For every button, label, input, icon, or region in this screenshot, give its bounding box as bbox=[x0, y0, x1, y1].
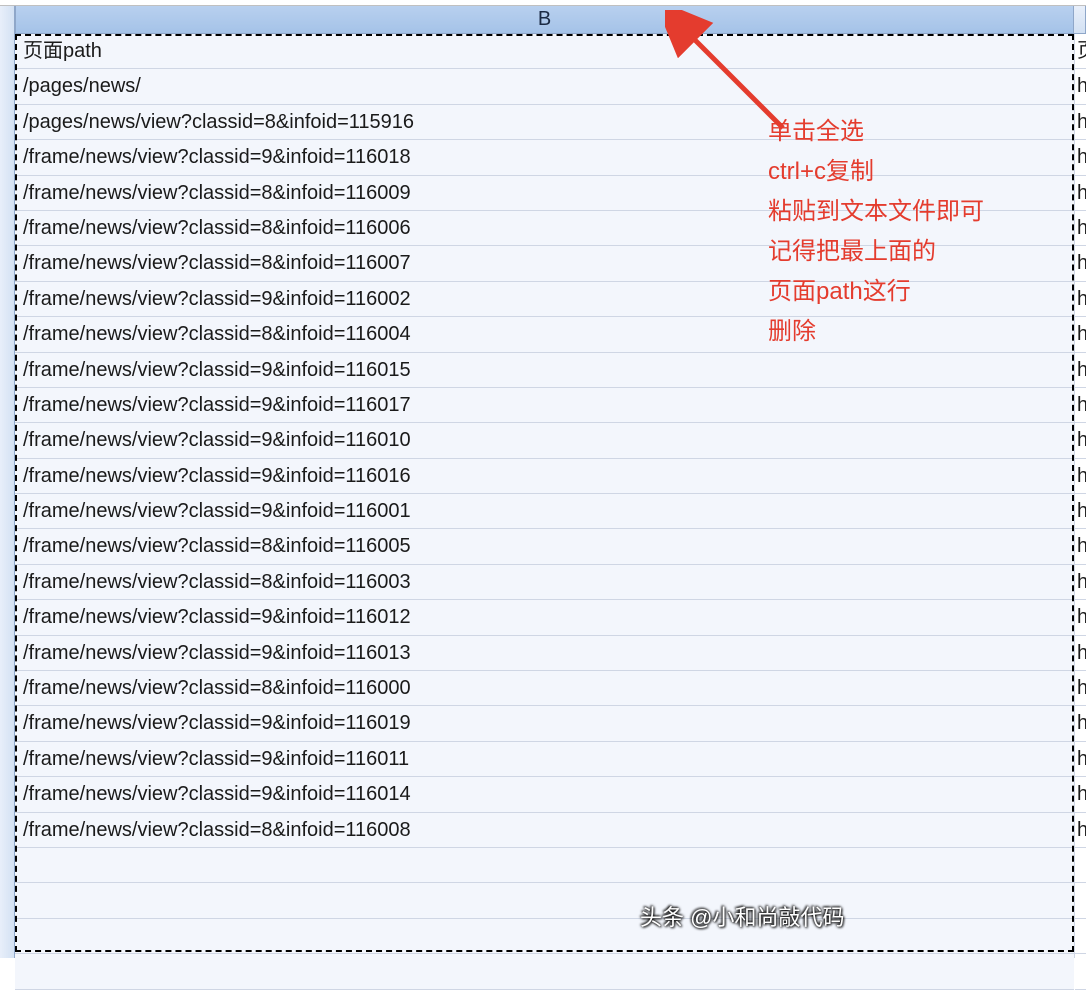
cell[interactable]: h bbox=[1075, 600, 1086, 635]
cell[interactable]: /frame/news/view?classid=8&infoid=116009 bbox=[15, 176, 1074, 211]
cell[interactable]: h bbox=[1075, 105, 1086, 140]
cell[interactable] bbox=[1075, 954, 1086, 989]
cell[interactable]: /frame/news/view?classid=8&infoid=116008 bbox=[15, 813, 1074, 848]
cell[interactable]: /frame/news/view?classid=9&infoid=116017 bbox=[15, 388, 1074, 423]
cell[interactable]: /frame/news/view?classid=9&infoid=116013 bbox=[15, 636, 1074, 671]
cell[interactable]: h bbox=[1075, 388, 1086, 423]
cell[interactable]: h bbox=[1075, 246, 1086, 281]
cell[interactable]: /frame/news/view?classid=8&infoid=116006 bbox=[15, 211, 1074, 246]
cell[interactable] bbox=[15, 919, 1074, 954]
cell[interactable]: h bbox=[1075, 636, 1086, 671]
cell[interactable]: /frame/news/view?classid=9&infoid=116014 bbox=[15, 777, 1074, 812]
cell[interactable]: 页 bbox=[1075, 34, 1086, 69]
cell[interactable]: h bbox=[1075, 140, 1086, 175]
cell[interactable]: /frame/news/view?classid=9&infoid=116001 bbox=[15, 494, 1074, 529]
cell[interactable]: /frame/news/view?classid=8&infoid=116000 bbox=[15, 671, 1074, 706]
cell[interactable] bbox=[1075, 848, 1086, 883]
cell[interactable]: /frame/news/view?classid=9&infoid=116019 bbox=[15, 706, 1074, 741]
cell[interactable]: h bbox=[1075, 777, 1086, 812]
cell[interactable] bbox=[1075, 883, 1086, 918]
column-header-b[interactable]: B bbox=[15, 6, 1074, 33]
cell[interactable]: /frame/news/view?classid=8&infoid=116007 bbox=[15, 246, 1074, 281]
cell[interactable]: /frame/news/view?classid=8&infoid=116005 bbox=[15, 529, 1074, 564]
cell[interactable] bbox=[1075, 919, 1086, 954]
cell[interactable]: /frame/news/view?classid=9&infoid=116002 bbox=[15, 282, 1074, 317]
cell[interactable]: /frame/news/view?classid=9&infoid=116012 bbox=[15, 600, 1074, 635]
cell[interactable]: 页面path bbox=[15, 34, 1074, 69]
cell[interactable]: /frame/news/view?classid=9&infoid=116010 bbox=[15, 423, 1074, 458]
cell[interactable]: h bbox=[1075, 423, 1086, 458]
cell[interactable]: /pages/news/ bbox=[15, 69, 1074, 104]
cell[interactable]: /frame/news/view?classid=9&infoid=116016 bbox=[15, 459, 1074, 494]
next-column-cells[interactable]: 页hhhhhhhhhhhhhhhhhhhhhh bbox=[1074, 34, 1086, 958]
cell[interactable]: h bbox=[1075, 494, 1086, 529]
cell[interactable]: h bbox=[1075, 565, 1086, 600]
cell[interactable] bbox=[15, 848, 1074, 883]
cell[interactable]: h bbox=[1075, 69, 1086, 104]
cell[interactable]: /frame/news/view?classid=9&infoid=116018 bbox=[15, 140, 1074, 175]
cell[interactable]: /frame/news/view?classid=9&infoid=116015 bbox=[15, 353, 1074, 388]
cell[interactable]: h bbox=[1075, 459, 1086, 494]
cell[interactable]: h bbox=[1075, 353, 1086, 388]
cell[interactable] bbox=[15, 883, 1074, 918]
cell[interactable]: h bbox=[1075, 529, 1086, 564]
cell[interactable]: h bbox=[1075, 176, 1086, 211]
cell[interactable]: /frame/news/view?classid=8&infoid=116003 bbox=[15, 565, 1074, 600]
spreadsheet-grid[interactable]: 页面path/pages/news//pages/news/view?class… bbox=[15, 34, 1086, 990]
cell[interactable]: /pages/news/view?classid=8&infoid=115916 bbox=[15, 105, 1074, 140]
cell[interactable]: /frame/news/view?classid=9&infoid=116011 bbox=[15, 742, 1074, 777]
cell[interactable]: h bbox=[1075, 742, 1086, 777]
cell[interactable]: /frame/news/view?classid=8&infoid=116004 bbox=[15, 317, 1074, 352]
cell[interactable]: h bbox=[1075, 671, 1086, 706]
column-header-next[interactable] bbox=[1074, 6, 1086, 33]
cell[interactable]: h bbox=[1075, 282, 1086, 317]
cell[interactable] bbox=[15, 954, 1074, 989]
cell[interactable]: h bbox=[1075, 813, 1086, 848]
cell[interactable]: h bbox=[1075, 706, 1086, 741]
cell[interactable]: h bbox=[1075, 211, 1086, 246]
cell[interactable]: h bbox=[1075, 317, 1086, 352]
